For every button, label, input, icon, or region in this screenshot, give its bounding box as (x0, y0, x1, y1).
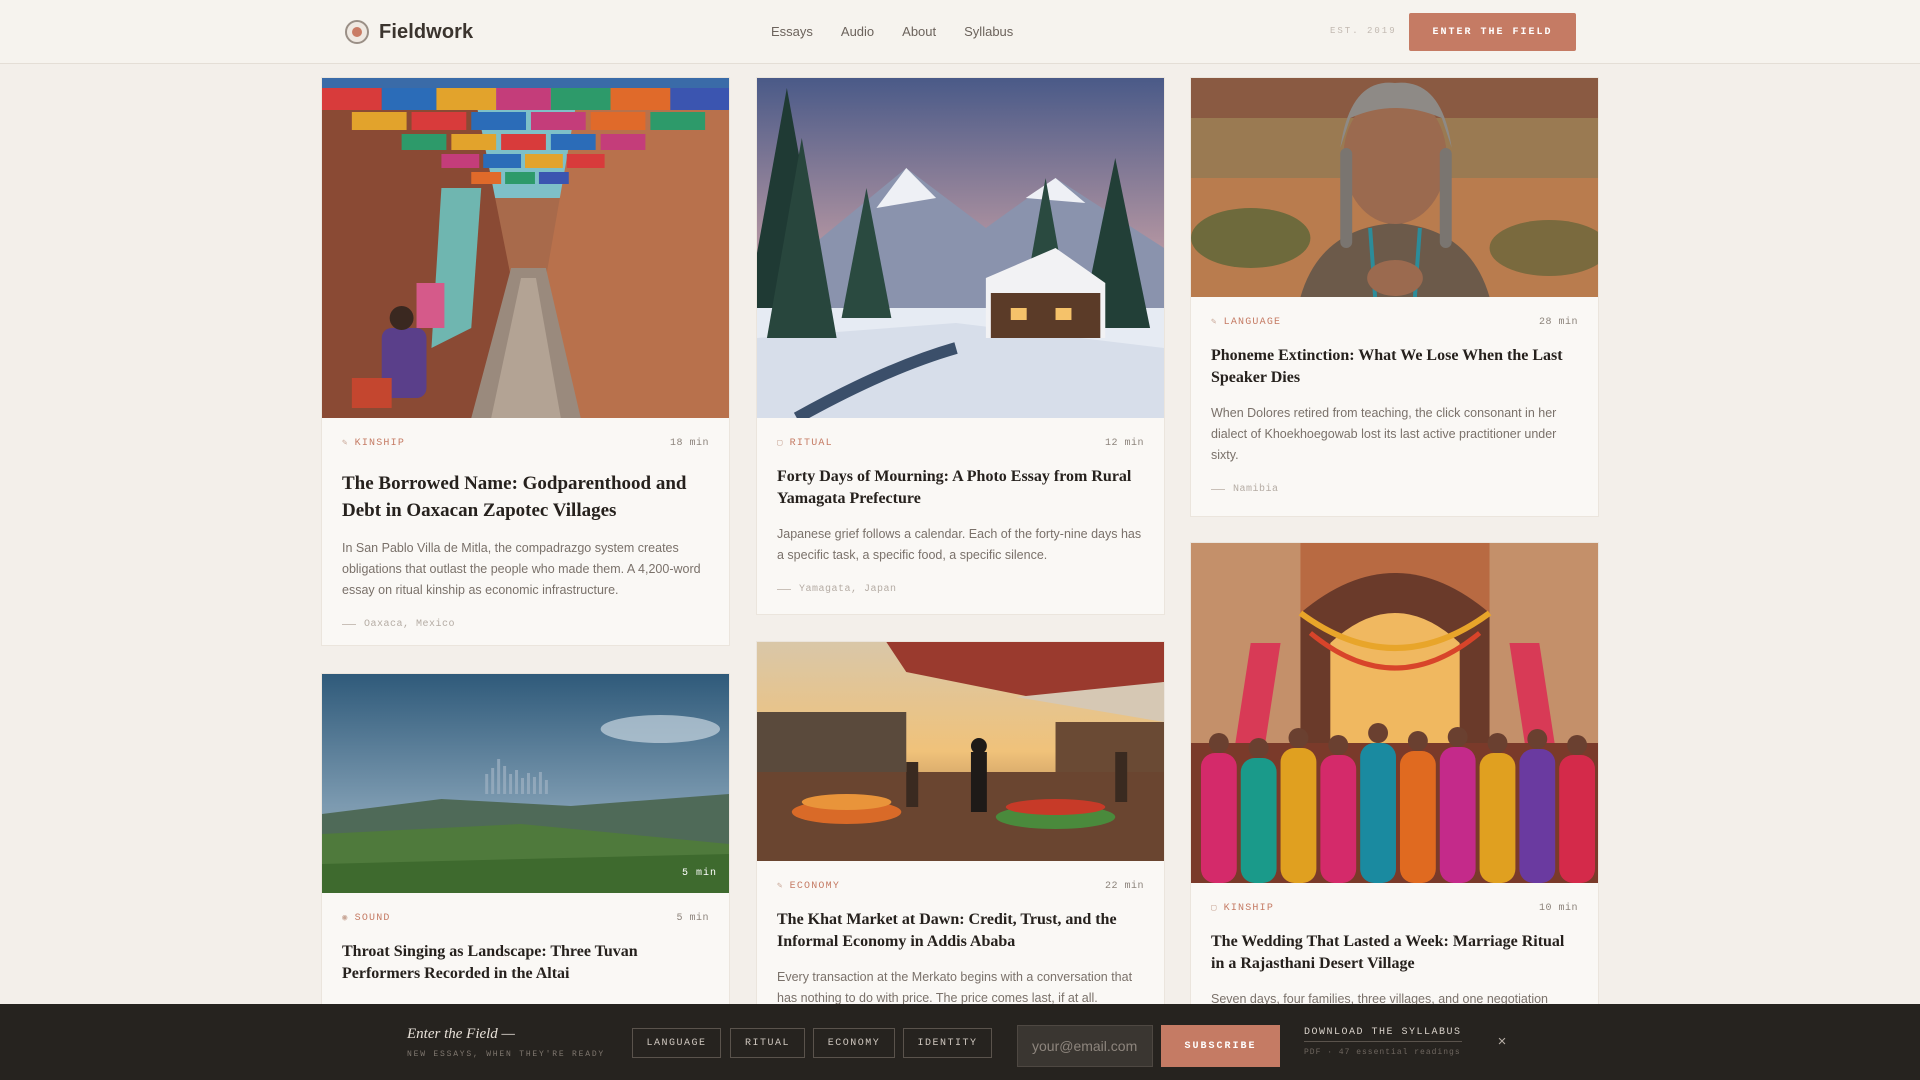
topic-chip-language[interactable]: LANGUAGE (632, 1028, 721, 1058)
nav-link-about[interactable]: About (902, 24, 936, 39)
category-tag[interactable]: ✎ LANGUAGE (1211, 317, 1281, 328)
topic-chip-economy[interactable]: ECONOMY (813, 1028, 895, 1058)
card-location: Namibia (1211, 484, 1578, 495)
market-street-image (322, 78, 729, 418)
card-excerpt: In San Pablo Villa de Mitla, the compadr… (342, 541, 701, 597)
category-tag[interactable]: ✎ ECONOMY (777, 881, 840, 892)
subscribe-button[interactable]: SUBSCRIBE (1161, 1025, 1280, 1067)
read-time: 5 min (676, 912, 709, 924)
close-icon[interactable]: × (1494, 1034, 1510, 1050)
pen-icon: ✎ (342, 438, 349, 448)
snowy-cabin-image (757, 78, 1164, 418)
brand-logo[interactable]: Fieldwork (345, 20, 473, 44)
card-excerpt: Japanese grief follows a calendar. Each … (777, 527, 1142, 562)
email-input[interactable] (1017, 1025, 1153, 1067)
download-syllabus-note: PDF · 47 essential readings (1304, 1048, 1461, 1057)
globe-icon (345, 20, 369, 44)
card-excerpt: When Dolores retired from teaching, the … (1211, 406, 1557, 462)
wedding-procession-image (1191, 543, 1598, 883)
card-location: Yamagata, Japan (777, 584, 1144, 595)
nav-link-syllabus[interactable]: Syllabus (964, 24, 1013, 39)
category-tag[interactable]: ▢ RITUAL (777, 438, 833, 449)
card-title[interactable]: The Borrowed Name: Godparenthood and Deb… (342, 470, 709, 524)
essay-card-addis-ababa[interactable]: ✎ ECONOMY 22 min The Khat Market at Dawn… (756, 641, 1165, 1021)
site-header: Fieldwork Essays Audio About Syllabus ES… (0, 0, 1920, 64)
card-title[interactable]: Phoneme Extinction: What We Lose When th… (1211, 345, 1578, 389)
read-time: 22 min (1104, 880, 1144, 892)
card-image (757, 642, 1164, 861)
download-syllabus-link[interactable]: DOWNLOAD THE SYLLABUS (1304, 1027, 1462, 1042)
category-tag[interactable]: ◉ SOUND (342, 913, 391, 924)
card-image: 5 min (322, 674, 729, 893)
card-title[interactable]: The Khat Market at Dawn: Credit, Trust, … (777, 909, 1144, 953)
elder-portrait-image (1191, 78, 1598, 297)
essay-card-namibia[interactable]: ✎ LANGUAGE 28 min Phoneme Extinction: Wh… (1190, 77, 1599, 517)
card-location: Oaxaca, Mexico (342, 619, 709, 630)
pen-icon: ✎ (777, 881, 784, 891)
newsletter-bar: Enter the Field — NEW ESSAYS, WHEN THEY'… (0, 1004, 1920, 1080)
enter-the-field-button[interactable]: ENTER THE FIELD (1409, 13, 1576, 51)
read-time: 28 min (1538, 316, 1578, 328)
brand-name: Fieldwork (379, 20, 474, 43)
newsletter-title: Enter the Field — (407, 1026, 515, 1042)
pen-icon: ✎ (1211, 317, 1218, 327)
card-image (1191, 543, 1598, 883)
topic-chip-identity[interactable]: IDENTITY (903, 1028, 992, 1058)
card-image (322, 78, 729, 418)
card-excerpt: Every transaction at the Merkato begins … (777, 970, 1133, 1005)
read-time: 18 min (669, 437, 709, 449)
established-label: EST. 2019 (1330, 26, 1397, 36)
essay-card-rajasthan[interactable]: ▢ KINSHIP 10 min The Wedding That Lasted… (1190, 542, 1599, 1022)
topic-chip-ritual[interactable]: RITUAL (730, 1028, 805, 1058)
nav-link-audio[interactable]: Audio (841, 24, 874, 39)
essay-card-yamagata[interactable]: ▢ RITUAL 12 min Forty Days of Mourning: … (756, 77, 1165, 615)
audio-card-tuvan[interactable]: 5 min ◉ SOUND 5 min Throat Singing as La… (321, 673, 730, 1013)
market-at-dawn-image (757, 642, 1164, 861)
read-time: 12 min (1104, 437, 1144, 449)
essay-card-oaxaca[interactable]: ✎ KINSHIP 18 min The Borrowed Name: Godp… (321, 77, 730, 646)
card-title[interactable]: Throat Singing as Landscape: Three Tuvan… (342, 941, 709, 985)
card-image (1191, 78, 1598, 297)
category-tag[interactable]: ▢ KINSHIP (1211, 903, 1274, 914)
card-title[interactable]: Forty Days of Mourning: A Photo Essay fr… (777, 466, 1144, 510)
read-time: 10 min (1538, 902, 1578, 914)
duration-badge: 5 min (681, 868, 717, 879)
square-icon: ▢ (777, 438, 784, 448)
speaker-icon: ◉ (342, 913, 349, 923)
newsletter-subtitle: NEW ESSAYS, WHEN THEY'RE READY (407, 1050, 606, 1059)
category-tag[interactable]: ✎ KINSHIP (342, 438, 405, 449)
nav-link-essays[interactable]: Essays (771, 24, 813, 39)
main-nav: Essays Audio About Syllabus (771, 24, 1013, 39)
steppe-landscape-image (322, 674, 729, 893)
card-image (757, 78, 1164, 418)
square-icon: ▢ (1211, 903, 1218, 913)
card-title[interactable]: The Wedding That Lasted a Week: Marriage… (1211, 931, 1578, 975)
